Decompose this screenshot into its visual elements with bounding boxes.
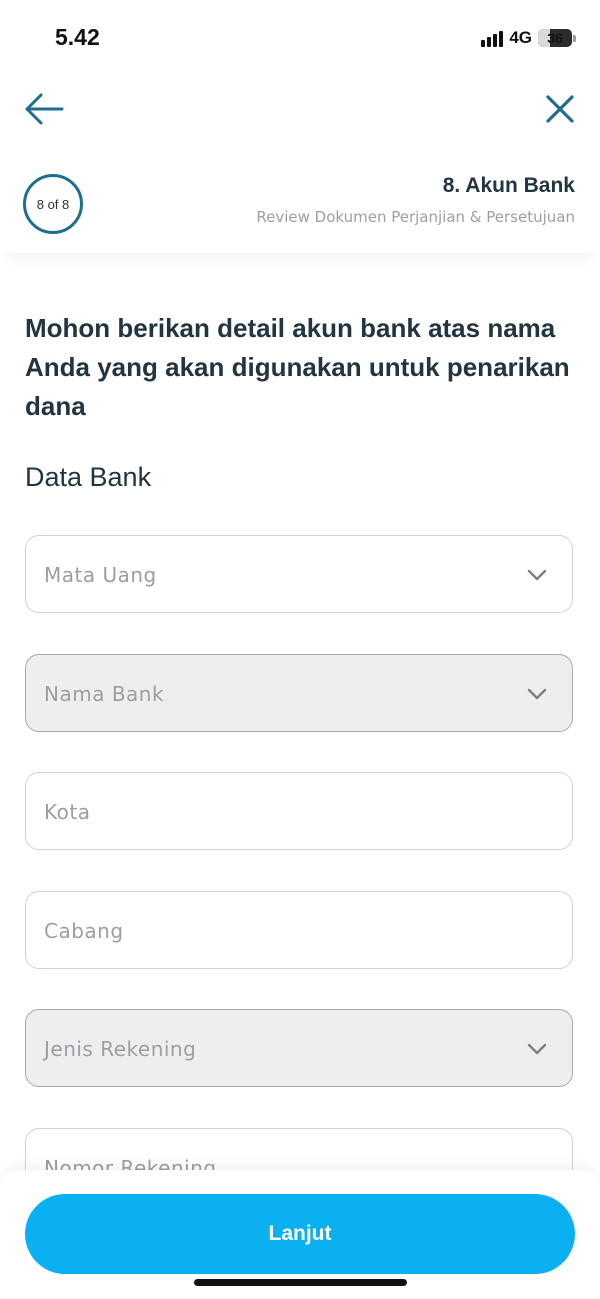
bank-name-placeholder: Nama Bank <box>44 682 165 706</box>
close-button[interactable] <box>540 89 580 129</box>
close-icon <box>546 95 574 123</box>
step-title: 8. Akun Bank <box>442 174 575 197</box>
battery-icon: 36 <box>538 29 576 47</box>
arrow-left-icon <box>25 93 64 125</box>
chevron-down-icon <box>527 569 547 581</box>
signal-icon <box>481 29 504 47</box>
currency-select[interactable]: Mata Uang <box>25 535 573 613</box>
status-indicators: 4G 36 <box>481 28 576 48</box>
currency-placeholder: Mata Uang <box>44 563 157 587</box>
battery-level: 36 <box>547 30 563 46</box>
city-input[interactable]: Kota <box>25 772 573 850</box>
branch-placeholder: Cabang <box>44 919 124 943</box>
page-heading: Mohon berikan detail akun bank atas nama… <box>25 313 570 421</box>
branch-input[interactable]: Cabang <box>25 891 573 969</box>
step-indicator: 8 of 8 <box>23 174 83 234</box>
bank-name-select[interactable]: Nama Bank <box>25 654 573 732</box>
chevron-down-icon <box>527 1043 547 1055</box>
header: 8 of 8 8. Akun Bank Review Dokumen Perja… <box>0 75 600 253</box>
city-placeholder: Kota <box>44 800 91 824</box>
home-indicator <box>194 1279 407 1286</box>
section-label: Data Bank <box>25 462 152 492</box>
step-subtitle: Review Dokumen Perjanjian & Persetujuan <box>256 208 575 226</box>
network-label: 4G <box>509 28 532 47</box>
account-type-placeholder: Jenis Rekening <box>44 1037 197 1061</box>
status-bar: 5.42 4G 36 <box>0 0 600 75</box>
back-button[interactable] <box>22 89 66 129</box>
next-button[interactable]: Lanjut <box>25 1194 575 1274</box>
chevron-down-icon <box>527 688 547 700</box>
status-time: 5.42 <box>55 24 100 50</box>
account-type-select[interactable]: Jenis Rekening <box>25 1009 573 1087</box>
